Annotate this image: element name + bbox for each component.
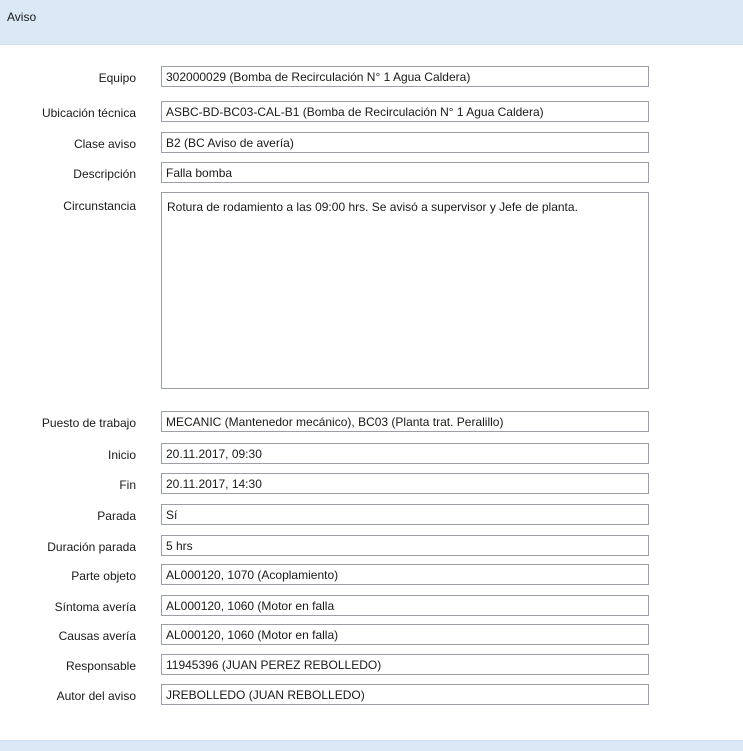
row-autor: Autor del aviso JREBOLLEDO (JUAN REBOLLE… (0, 684, 743, 708)
responsable-field[interactable]: 11945396 (JUAN PEREZ REBOLLEDO) (161, 654, 649, 675)
row-inicio: Inicio 20.11.2017, 09:30 (0, 443, 743, 467)
row-parada: Parada Sí (0, 504, 743, 528)
row-equipo: Equipo 302000029 (Bomba de Recirculación… (0, 66, 743, 90)
label-inicio: Inicio (107, 448, 136, 462)
clase-aviso-field[interactable]: B2 (BC Aviso de avería) (161, 132, 649, 153)
row-parte: Parte objeto AL000120, 1070 (Acoplamient… (0, 564, 743, 588)
label-causas-averia: Causas avería (58, 629, 136, 643)
causas-averia-field[interactable]: AL000120, 1060 (Motor en falla) (161, 624, 649, 645)
label-sintoma-averia: Síntoma avería (54, 600, 136, 614)
fin-field[interactable]: 20.11.2017, 14:30 (161, 473, 649, 494)
header-bar: Aviso (0, 0, 743, 45)
row-puesto: Puesto de trabajo MECANIC (Mantenedor me… (0, 411, 743, 435)
row-responsable: Responsable 11945396 (JUAN PEREZ REBOLLE… (0, 654, 743, 678)
label-ubicacion: Ubicación técnica (41, 106, 136, 120)
parte-objeto-field[interactable]: AL000120, 1070 (Acoplamiento) (161, 564, 649, 585)
label-clase-aviso: Clase aviso (73, 137, 136, 151)
label-parte-objeto: Parte objeto (71, 569, 136, 583)
ubicacion-tecnica-field[interactable]: ASBC-BD-BC03-CAL-B1 (Bomba de Recirculac… (161, 101, 649, 122)
autor-aviso-field[interactable]: JREBOLLEDO (JUAN REBOLLEDO) (161, 684, 649, 705)
row-descripcion: Descripción Falla bomba (0, 162, 743, 186)
label-autor-aviso: Autor del aviso (56, 689, 136, 703)
label-fin: Fin (119, 478, 136, 492)
row-causas: Causas avería AL000120, 1060 (Motor en f… (0, 624, 743, 648)
row-ubicacion: Ubicación técnica ASBC-BD-BC03-CAL-B1 (B… (0, 101, 743, 125)
row-duracion: Duración parada 5 hrs (0, 535, 743, 559)
inicio-field[interactable]: 20.11.2017, 09:30 (161, 443, 649, 464)
label-puesto-trabajo: Puesto de trabajo (41, 416, 136, 430)
page-title: Aviso (7, 10, 37, 24)
row-fin: Fin 20.11.2017, 14:30 (0, 473, 743, 497)
label-circunstancia: Circunstancia (63, 199, 136, 213)
puesto-trabajo-field[interactable]: MECANIC (Mantenedor mecánico), BC03 (Pla… (161, 411, 649, 432)
footer-bar (0, 740, 743, 751)
circunstancia-textarea[interactable]: Rotura de rodamiento a las 09:00 hrs. Se… (161, 192, 649, 389)
row-sintoma: Síntoma avería AL000120, 1060 (Motor en … (0, 595, 743, 619)
duracion-parada-field[interactable]: 5 hrs (161, 535, 649, 556)
parada-field[interactable]: Sí (161, 504, 649, 525)
label-responsable: Responsable (65, 659, 136, 673)
row-clase: Clase aviso B2 (BC Aviso de avería) (0, 132, 743, 156)
label-duracion-parada: Duración parada (47, 540, 136, 554)
descripcion-field[interactable]: Falla bomba (161, 162, 649, 183)
sintoma-averia-field[interactable]: AL000120, 1060 (Motor en falla (161, 595, 649, 616)
label-parada: Parada (97, 509, 136, 523)
equipo-field[interactable]: 302000029 (Bomba de Recirculación N° 1 A… (161, 66, 649, 87)
label-descripcion: Descripción (73, 167, 136, 181)
label-equipo: Equipo (98, 71, 136, 85)
